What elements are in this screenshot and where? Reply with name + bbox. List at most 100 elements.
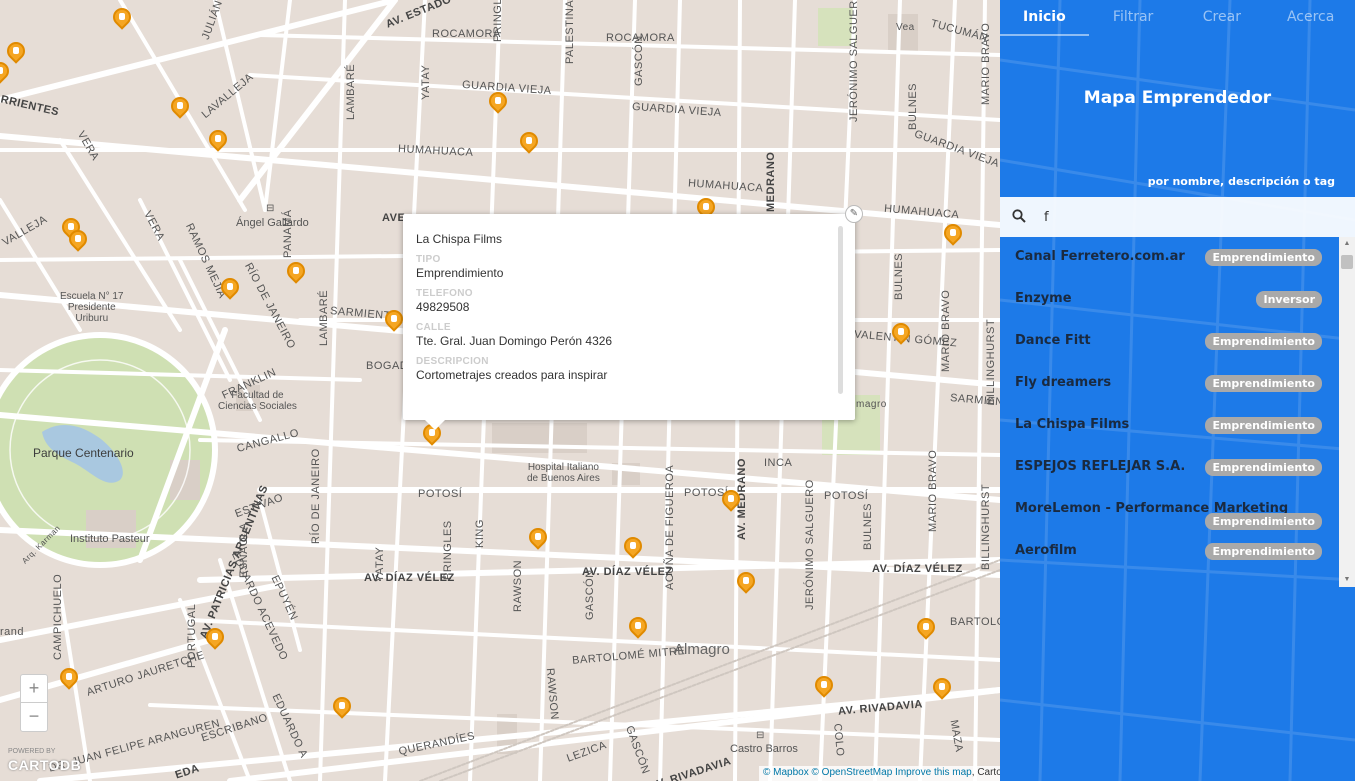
- street-label: LAMBARÉ: [345, 63, 357, 120]
- scroll-thumb[interactable]: [1341, 255, 1353, 269]
- list-item[interactable]: MoreLemon - Performance Marketing Emprend…: [1000, 489, 1355, 531]
- popup-scrollbar[interactable]: [838, 226, 843, 394]
- map-marker-icon[interactable]: [625, 613, 651, 643]
- result-name: ESPEJOS REFLEJAR S.A.: [1015, 459, 1186, 474]
- list-item[interactable]: Aerofilm Emprendimiento: [1000, 531, 1355, 573]
- type-badge: Emprendimiento: [1205, 459, 1322, 476]
- search-hint: por nombre, descripción o tag: [1147, 175, 1335, 188]
- search-input[interactable]: [1044, 205, 1334, 229]
- street-label: PRINGLES: [492, 0, 504, 42]
- map-marker-icon[interactable]: [56, 664, 82, 694]
- map-marker-icon[interactable]: [0, 58, 13, 88]
- street-label: BILLINGHURST: [985, 318, 997, 405]
- list-item[interactable]: ESPEJOS REFLEJAR S.A. Emprendimiento: [1000, 447, 1355, 489]
- zoom-out-button[interactable]: −: [21, 703, 47, 731]
- search-icon: [1012, 209, 1026, 223]
- street-label: BOGAD: [366, 360, 409, 372]
- map-marker-icon[interactable]: [516, 128, 542, 158]
- map-marker-icon[interactable]: [718, 486, 744, 516]
- popup-field-key: DESCRIPCION: [416, 356, 489, 367]
- type-badge: Emprendimiento: [1205, 513, 1322, 530]
- street-label: JERÓNIMO SALGUERO: [804, 479, 816, 610]
- map-marker-icon[interactable]: [217, 274, 243, 304]
- scroll-up-icon[interactable]: ▲: [1339, 237, 1355, 251]
- map-marker-icon[interactable]: [109, 4, 135, 34]
- street-label: BARTOLOMÉ: [950, 616, 1000, 628]
- popup-field-key: CALLE: [416, 322, 451, 333]
- result-name: Fly dreamers: [1015, 375, 1112, 390]
- map-marker-icon[interactable]: [167, 93, 193, 123]
- popup-title: La Chispa Films: [416, 232, 503, 246]
- street-label: POTOSÍ: [824, 490, 869, 502]
- scroll-down-icon[interactable]: ▼: [1339, 573, 1355, 587]
- type-badge: Inversor: [1256, 291, 1322, 308]
- street-label: RAWSON: [512, 559, 524, 612]
- list-item[interactable]: La Chispa Films Emprendimiento: [1000, 405, 1355, 447]
- popup-field-key: TELEFONO: [416, 288, 473, 299]
- map-marker-icon[interactable]: [620, 533, 646, 563]
- result-name: Enzyme: [1015, 291, 1072, 306]
- popup-field-value: 49829508: [416, 300, 470, 314]
- map-canvas[interactable]: AV. ESTADO ROCAMORA PRINGLES PALESTINA R…: [0, 0, 1000, 781]
- result-name: Aerofilm: [1015, 543, 1077, 558]
- station-icon: ⊟: [266, 203, 275, 214]
- osm-link[interactable]: © OpenStreetMap: [812, 767, 893, 778]
- zoom-in-button[interactable]: +: [21, 675, 47, 703]
- result-name: Dance Fitt: [1015, 333, 1091, 348]
- mapbox-link[interactable]: © Mapbox: [763, 767, 809, 778]
- map-marker-icon[interactable]: [929, 674, 955, 704]
- list-item[interactable]: Canal Ferretero.com.ar Emprendimiento: [1000, 237, 1355, 279]
- street-label: ROCAMORA: [432, 28, 501, 40]
- street-label: AVE: [382, 212, 406, 224]
- street-label: AV. DÍAZ VÉLEZ: [872, 563, 963, 575]
- powered-by-text: POWERED BY: [8, 748, 56, 755]
- info-popup: ✎ La Chispa Films TIPO Emprendimiento TE…: [403, 205, 863, 430]
- type-badge: Emprendimiento: [1205, 417, 1322, 434]
- list-item[interactable]: Fly dreamers Emprendimiento: [1000, 363, 1355, 405]
- street-label: magro: [856, 399, 887, 410]
- close-icon[interactable]: ✎: [845, 205, 863, 223]
- map-marker-icon[interactable]: [65, 226, 91, 256]
- map-marker-icon[interactable]: [485, 88, 511, 118]
- street-label: MARIO BRAVO: [980, 22, 992, 105]
- improve-map-link[interactable]: Improve this map: [895, 767, 972, 778]
- street-label: KING: [474, 519, 486, 548]
- search-bar: [1000, 197, 1355, 237]
- street-label: POTOSÍ: [418, 488, 463, 500]
- list-item[interactable]: Dance Fitt Emprendimiento: [1000, 321, 1355, 363]
- map-marker-icon[interactable]: [525, 524, 551, 554]
- street-label: GASCÓN: [633, 35, 645, 86]
- place-label: Ángel Gallardo: [236, 217, 309, 229]
- street-label: MARIO BRAVO: [927, 449, 939, 532]
- street-label: INCA: [764, 457, 793, 469]
- map-marker-icon[interactable]: [888, 319, 914, 349]
- list-item[interactable]: Enzyme Inversor: [1000, 279, 1355, 321]
- cartodb-logo[interactable]: CARTODB: [8, 757, 81, 773]
- street-label: YATAY: [420, 64, 432, 100]
- map-marker-icon[interactable]: [733, 568, 759, 598]
- map-marker-icon[interactable]: [202, 624, 228, 654]
- popup-field-key: TIPO: [416, 254, 441, 265]
- popup-tip: [425, 420, 445, 430]
- map-marker-icon[interactable]: [329, 693, 355, 723]
- place-label: Castro Barros: [730, 743, 798, 755]
- map-marker-icon[interactable]: [940, 220, 966, 250]
- park-label: Parque Centenario: [33, 446, 134, 460]
- type-badge: Emprendimiento: [1205, 249, 1322, 266]
- street-label: GASCÓN: [584, 569, 596, 620]
- street-label: LAMBARÉ: [318, 289, 330, 346]
- map-marker-icon[interactable]: [381, 306, 407, 336]
- map-marker-icon[interactable]: [205, 126, 231, 156]
- map-marker-icon[interactable]: [283, 258, 309, 288]
- popup-field-value: Tte. Gral. Juan Domingo Perón 4326: [416, 334, 613, 348]
- result-name: La Chispa Films: [1015, 417, 1130, 432]
- map-marker-icon[interactable]: [913, 614, 939, 644]
- sidebar-panel: Inicio Filtrar Crear Acerca Mapa Emprend…: [1000, 0, 1355, 781]
- map-marker-icon[interactable]: [811, 672, 837, 702]
- street-label: MARIO BRAVO: [940, 289, 952, 372]
- street-label: rand: [0, 626, 25, 638]
- results-scrollbar[interactable]: ▲ ▼: [1339, 237, 1355, 587]
- street-label: MEDRANO: [765, 151, 777, 212]
- type-badge: Emprendimiento: [1205, 543, 1322, 560]
- station-icon: ⊟: [756, 730, 765, 741]
